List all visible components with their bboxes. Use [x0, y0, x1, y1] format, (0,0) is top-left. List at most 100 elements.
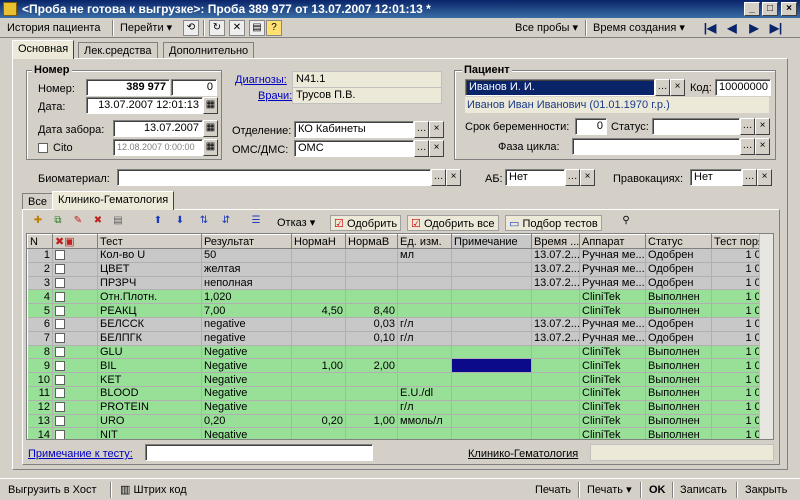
cell-device[interactable]: Ручная ме... [579, 317, 646, 332]
patient-select-button[interactable]: … [655, 79, 670, 96]
prev-record-icon[interactable]: ◀ [724, 21, 740, 35]
approve-button[interactable]: ☑ Одобрить [330, 215, 402, 231]
cell-result[interactable]: Negative [201, 386, 292, 401]
biomaterial-clear-button[interactable]: × [446, 169, 461, 186]
cell-device[interactable]: CliniTek [579, 400, 646, 415]
tests-grid[interactable]: N ✖▣ Тест Результат НормаН НормаВ Ед. из… [26, 233, 774, 440]
cell-device[interactable]: CliniTek [579, 289, 646, 305]
cell-device[interactable]: Ручная ме... [579, 248, 646, 263]
tab-medicines[interactable]: Лек.средства [78, 42, 158, 58]
cell-test[interactable]: БЕЛПГК [97, 331, 202, 346]
cell-unit[interactable] [397, 289, 452, 305]
cell-norm-high[interactable] [345, 400, 398, 415]
cell-time[interactable] [531, 400, 580, 415]
table-row[interactable]: 5РЕАКЦ7,004,508,40CliniTekВыполнен1 016 [27, 303, 773, 318]
status-field[interactable] [652, 118, 740, 135]
take-date-field[interactable]: 13.07.2007 [113, 120, 203, 137]
table-row[interactable]: 10KETNegativeCliniTekВыполнен1 031 [27, 372, 773, 387]
cell-result[interactable]: Negative [201, 427, 292, 439]
code-field[interactable]: 10000000 [715, 79, 771, 96]
list-icon[interactable]: ▤ [110, 214, 126, 230]
cell-note[interactable] [451, 303, 532, 318]
row-checkbox[interactable] [55, 429, 65, 439]
cell-n[interactable]: 5 [27, 303, 53, 318]
cell-unit[interactable] [397, 427, 452, 439]
cell-marks[interactable] [52, 248, 98, 263]
cell-n[interactable]: 9 [27, 358, 53, 374]
cell-norm-low[interactable]: 0,20 [291, 414, 346, 429]
cell-device[interactable]: CliniTek [579, 358, 646, 374]
row-checkbox[interactable] [55, 347, 65, 358]
subtab-all[interactable]: Все [22, 193, 53, 209]
cell-status[interactable]: Выполнен [645, 358, 712, 374]
test-note-link[interactable]: Примечание к тесту: [28, 446, 133, 462]
cell-unit[interactable]: г/л [397, 400, 452, 415]
cell-norm-high[interactable] [345, 248, 398, 263]
col-header-note[interactable]: Примечание [451, 234, 532, 249]
cell-result[interactable]: 1,020 [201, 289, 292, 305]
insurance-select-button[interactable]: … [414, 140, 429, 157]
cell-result[interactable]: Negative [201, 400, 292, 415]
cell-marks[interactable] [52, 400, 98, 415]
col-header-marks[interactable]: ✖▣ [52, 234, 98, 249]
cell-norm-low[interactable] [291, 400, 346, 415]
test-note-field[interactable] [145, 444, 373, 461]
cell-time[interactable] [531, 358, 580, 374]
col-header-norm-high[interactable]: НормаВ [345, 234, 398, 249]
cell-unit[interactable] [397, 262, 452, 277]
tab-main[interactable]: Основная [12, 40, 75, 59]
row-checkbox[interactable] [55, 278, 65, 289]
cell-device[interactable]: Ручная ме... [579, 262, 646, 277]
cycle-select-button[interactable]: … [740, 138, 755, 155]
cell-norm-low[interactable] [291, 262, 346, 277]
row-checkbox[interactable] [55, 416, 65, 427]
minimize-button[interactable]: _ [744, 2, 760, 16]
pregnancy-field[interactable]: 0 [575, 118, 607, 135]
col-header-norm-low[interactable]: НормаН [291, 234, 346, 249]
cell-status[interactable]: Выполнен [645, 427, 712, 439]
cell-time[interactable] [531, 303, 580, 318]
cell-time[interactable]: 13.07.2... [531, 331, 580, 346]
calendar-icon[interactable]: ▦ [203, 97, 218, 114]
cell-time[interactable]: 13.07.2... [531, 262, 580, 277]
table-row[interactable]: 12PROTEINNegativeг/лCliniTekВыполнен1 03… [27, 400, 773, 415]
add-row-icon[interactable]: ✚ [30, 214, 46, 230]
subtab-clinical-hematology[interactable]: Клинико-Гематология [52, 191, 175, 210]
table-row[interactable]: 7 БЕЛПГК negative 0,10 г/л 13.07.2... Ручная м… [27, 331, 773, 346]
cell-test[interactable]: PROTEIN [97, 400, 202, 415]
cell-test[interactable]: Отн.Плотн. [97, 289, 202, 305]
col-header-result[interactable]: Результат [201, 234, 292, 249]
table-row[interactable]: 13 URO 0,20 0,20 1,00 ммоль/л CliniTek Выполнен… [27, 414, 773, 429]
cito-datetime-field[interactable]: 12.08.2007 0:00:00 [113, 139, 203, 156]
cell-unit[interactable] [397, 303, 452, 318]
date-field[interactable]: 13.07.2007 12:01:13 [86, 97, 203, 114]
row-checkbox[interactable] [55, 305, 65, 316]
biomaterial-select-button[interactable]: … [431, 169, 446, 186]
creation-time-button[interactable]: Время создания ▾ [590, 20, 688, 36]
cell-norm-low[interactable] [291, 289, 346, 305]
cell-n[interactable]: 13 [27, 414, 53, 429]
cell-marks[interactable] [52, 358, 98, 374]
cell-n[interactable]: 11 [27, 386, 53, 401]
table-row[interactable]: 8GLUNegativeCliniTekВыполнен1 025 [27, 345, 773, 360]
col-header-device[interactable]: Аппарат [579, 234, 646, 249]
cell-note[interactable] [451, 248, 532, 263]
print-button[interactable]: Печать [531, 482, 575, 498]
move-up-icon[interactable]: ⬆ [150, 214, 166, 230]
cell-unit[interactable] [397, 358, 452, 374]
department-clear-button[interactable]: × [429, 121, 444, 138]
department-select-button[interactable]: … [414, 121, 429, 138]
cell-status[interactable]: Выполнен [645, 400, 712, 415]
select-tests-button[interactable]: ▭ Подбор тестов [505, 215, 602, 231]
cell-norm-high[interactable] [345, 262, 398, 277]
pravo-clear-button[interactable]: × [757, 169, 772, 186]
cell-unit[interactable] [397, 276, 452, 291]
cell-test[interactable]: БЕЛССК [97, 317, 202, 332]
cell-time[interactable] [531, 414, 580, 429]
cell-norm-high[interactable] [345, 276, 398, 291]
cell-n[interactable]: 3 [27, 276, 53, 291]
cell-result[interactable]: Negative [201, 345, 292, 360]
cell-norm-high[interactable]: 0,03 [345, 317, 398, 332]
cell-device[interactable]: CliniTek [579, 372, 646, 387]
sort-asc-icon[interactable]: ⇅ [196, 214, 212, 230]
